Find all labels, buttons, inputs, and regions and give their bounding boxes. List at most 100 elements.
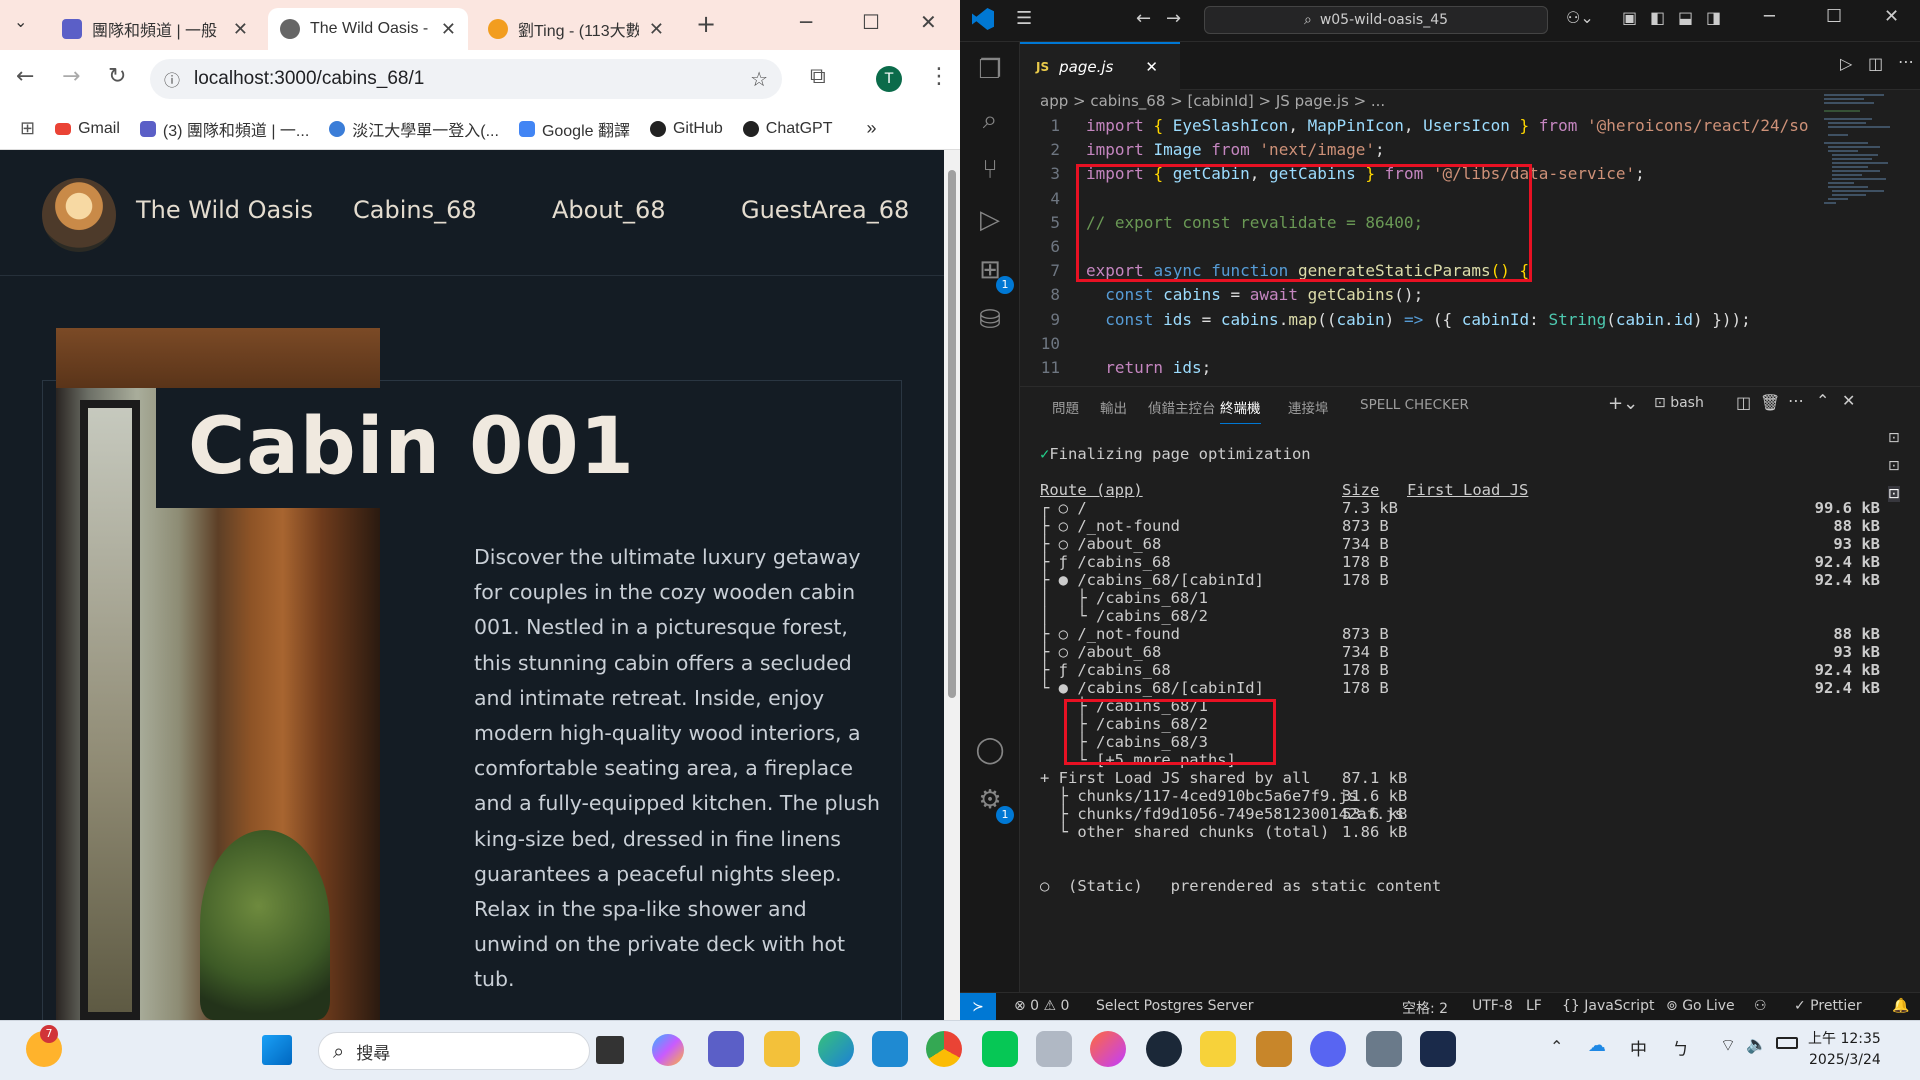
tab-teams[interactable]: 團隊和頻道 | 一般 ✕ xyxy=(50,8,260,50)
discord-icon[interactable] xyxy=(1310,1031,1346,1067)
more-actions-icon[interactable]: ⋯ xyxy=(1898,52,1914,71)
toggle-sidebar-icon[interactable]: ◧ xyxy=(1650,8,1665,27)
tab-ting[interactable]: 劉Ting - (113大數 ✕ xyxy=(476,8,676,50)
split-terminal-icon[interactable]: ◫ xyxy=(1736,393,1751,412)
back-icon[interactable]: ← xyxy=(1136,8,1151,29)
taskbar-search[interactable]: ⌕ 搜尋 xyxy=(318,1032,590,1070)
bookmark-gmail[interactable]: Gmail xyxy=(55,120,120,138)
apps-grid-icon[interactable]: ⊞ xyxy=(20,118,35,139)
nav-about[interactable]: About_68 xyxy=(552,196,666,224)
tab-problems[interactable]: 問題 xyxy=(1052,397,1079,417)
onedrive-icon[interactable]: ☁ xyxy=(1588,1035,1606,1056)
site-info-icon[interactable]: ⓘ xyxy=(164,67,180,91)
tab-wild-oasis[interactable]: The Wild Oasis - ✕ xyxy=(268,8,468,50)
close-icon[interactable]: ✕ xyxy=(441,19,456,40)
logo-icon[interactable] xyxy=(42,178,116,252)
photos-icon[interactable] xyxy=(1090,1031,1126,1067)
toggle-secondary-sidebar-icon[interactable]: ◨ xyxy=(1706,8,1721,27)
profile-avatar[interactable]: T xyxy=(876,66,902,92)
toggle-panel-icon[interactable]: ⬓ xyxy=(1678,8,1693,27)
split-editor-icon[interactable]: ◫ xyxy=(1868,54,1883,73)
prettier[interactable]: ✓ Prettier xyxy=(1794,998,1862,1014)
task-view-icon[interactable] xyxy=(596,1036,624,1064)
address-bar[interactable]: ⓘ localhost:3000/cabins_68/1 ☆ xyxy=(150,59,782,99)
account-icon[interactable]: ◯ xyxy=(974,734,1006,766)
app-icon[interactable] xyxy=(1420,1031,1456,1067)
ime-indicator[interactable]: 中 xyxy=(1630,1035,1647,1060)
problems-count[interactable]: ⊗ 0 ⚠ 0 xyxy=(1014,998,1069,1014)
tab-spell-checker[interactable]: SPELL CHECKER xyxy=(1360,397,1469,413)
minimize-button[interactable]: ─ xyxy=(1764,6,1775,27)
tab-ports[interactable]: 連接埠 xyxy=(1288,397,1329,417)
bookmark-teams[interactable]: (3) 團隊和頻道 | 一... xyxy=(139,117,309,141)
snipping-tool-icon[interactable] xyxy=(1036,1031,1072,1067)
nav-guest-area[interactable]: GuestArea_68 xyxy=(741,196,909,224)
more-actions-icon[interactable]: ⋯ xyxy=(1788,391,1804,410)
brand-name[interactable]: The Wild Oasis xyxy=(136,196,313,224)
extensions-icon[interactable]: ⧉ xyxy=(810,64,826,89)
ime-mode-icon[interactable]: ㄅ xyxy=(1672,1035,1689,1060)
terminal-list-icon[interactable]: ⊡ xyxy=(1888,458,1900,474)
terminal-list-icon[interactable]: ⊡ xyxy=(1888,430,1900,446)
maximize-button[interactable]: ☐ xyxy=(862,10,880,34)
teams-icon[interactable] xyxy=(708,1031,744,1067)
search-icon[interactable]: ⌕ xyxy=(974,104,1006,136)
bookmark-translate[interactable]: Google 翻譯 xyxy=(518,117,630,141)
minimize-button[interactable]: ─ xyxy=(800,10,812,34)
line-icon[interactable] xyxy=(982,1031,1018,1067)
end-of-line[interactable]: LF xyxy=(1526,998,1542,1014)
copilot-icon[interactable] xyxy=(652,1034,684,1066)
bookmark-chatgpt[interactable]: ChatGPT xyxy=(742,120,832,138)
nav-cabins[interactable]: Cabins_68 xyxy=(353,196,477,224)
layout-icon[interactable]: ▣ xyxy=(1622,8,1637,27)
copilot-status-icon[interactable]: ⚇ xyxy=(1754,998,1767,1014)
bookmark-star-icon[interactable]: ☆ xyxy=(750,67,768,92)
close-icon[interactable]: ✕ xyxy=(233,19,248,40)
postgres-server[interactable]: Select Postgres Server xyxy=(1096,998,1254,1014)
bookmark-github[interactable]: GitHub xyxy=(649,120,723,138)
wifi-icon[interactable]: ⌔ xyxy=(1720,1035,1736,1056)
close-window-button[interactable]: ✕ xyxy=(1884,6,1899,27)
explorer-icon[interactable]: ❐ xyxy=(974,54,1006,86)
run-debug-icon[interactable]: ▷ xyxy=(974,204,1006,236)
winrar-icon[interactable] xyxy=(1256,1031,1292,1067)
close-window-button[interactable]: ✕ xyxy=(920,10,937,34)
run-icon[interactable]: ▷ xyxy=(1840,54,1852,73)
forward-icon[interactable]: → xyxy=(1166,8,1181,29)
tab-search-icon[interactable]: ⌄ xyxy=(14,12,27,31)
more-bookmarks-icon[interactable]: » xyxy=(866,118,876,139)
maximize-button[interactable]: ☐ xyxy=(1826,6,1842,27)
tab-terminal[interactable]: 終端機 xyxy=(1220,397,1261,424)
command-center-search[interactable]: ⌕ w05-wild-oasis_45 xyxy=(1204,6,1548,34)
file-explorer-icon[interactable] xyxy=(764,1031,800,1067)
vscode-icon[interactable] xyxy=(872,1031,908,1067)
copilot-icon[interactable]: ⚇⌄ xyxy=(1566,8,1594,27)
show-hidden-icons[interactable]: ⌃ xyxy=(1550,1037,1563,1056)
language-mode[interactable]: {} JavaScript xyxy=(1562,998,1654,1014)
encoding[interactable]: UTF-8 xyxy=(1472,998,1513,1014)
back-icon[interactable]: ← xyxy=(16,64,34,89)
terminal-shell[interactable]: ⊡ bash xyxy=(1654,395,1704,411)
new-terminal-icon[interactable]: +⌄ xyxy=(1608,393,1638,414)
trash-icon[interactable]: 🗑 xyxy=(1760,393,1780,412)
go-live[interactable]: ⊚ Go Live xyxy=(1666,998,1735,1014)
reload-icon[interactable]: ↻ xyxy=(108,64,126,89)
remote-icon[interactable]: ≻ xyxy=(960,993,996,1020)
tab-output[interactable]: 輸出 xyxy=(1100,397,1127,417)
tab-debug-console[interactable]: 偵錯主控台 xyxy=(1148,397,1216,417)
sticky-notes-icon[interactable] xyxy=(1200,1031,1236,1067)
breadcrumb[interactable]: app > cabins_68 > [cabinId] > JS page.js… xyxy=(1040,92,1385,110)
windows-start-icon[interactable] xyxy=(262,1035,292,1065)
steam-icon[interactable] xyxy=(1146,1031,1182,1067)
database-icon[interactable]: ⛁ xyxy=(974,304,1006,336)
close-icon[interactable]: ✕ xyxy=(1145,58,1158,76)
maximize-panel-icon[interactable]: ⌃ xyxy=(1816,391,1829,410)
source-control-icon[interactable]: ⑂ xyxy=(974,154,1006,186)
minimap[interactable] xyxy=(1820,90,1900,270)
clock[interactable]: 上午 12:35 2025/3/24 xyxy=(1808,1029,1881,1071)
new-tab-button[interactable]: + xyxy=(696,10,716,38)
volume-icon[interactable]: 🔈 xyxy=(1746,1035,1767,1055)
tab-page-js[interactable]: JS page.js ✕ xyxy=(1020,42,1180,90)
close-panel-icon[interactable]: ✕ xyxy=(1842,391,1855,410)
scrollbar-thumb[interactable] xyxy=(948,170,956,698)
